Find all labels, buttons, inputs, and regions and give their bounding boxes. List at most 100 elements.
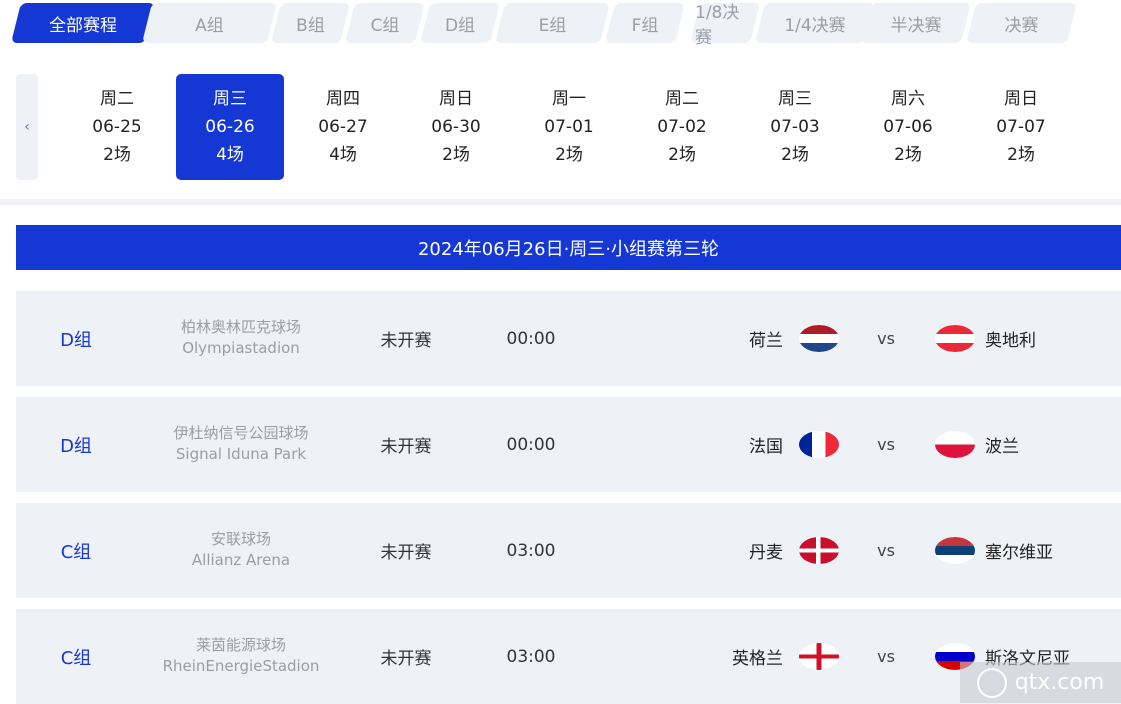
tab-label: D组 bbox=[444, 15, 476, 36]
tab-1[interactable]: A组 bbox=[147, 3, 272, 43]
home-team: 法国 bbox=[749, 437, 783, 457]
tab-label: 1/4决赛 bbox=[784, 15, 846, 36]
date: 07-01 bbox=[544, 117, 594, 137]
prev-dates-button[interactable]: ‹ bbox=[16, 74, 38, 180]
date-item[interactable]: 周07 bbox=[1080, 74, 1121, 180]
tab-10[interactable]: 决赛 bbox=[971, 3, 1072, 43]
vs-label: vs bbox=[877, 435, 895, 454]
date-item[interactable]: 周四 06-27 4场 bbox=[289, 74, 397, 180]
date: 07-02 bbox=[657, 117, 707, 137]
tab-5[interactable]: E组 bbox=[500, 3, 605, 43]
match-count: 2场 bbox=[781, 145, 809, 165]
venue-cn: 柏林奥林匹克球场 bbox=[180, 318, 301, 336]
match-row[interactable]: D组 柏林奥林匹克球场 Olympiastadion 未开赛 00:00 荷兰 v… bbox=[16, 291, 1121, 386]
match-row[interactable]: C组 莱茵能源球场 RheinEnergieStadion 未开赛 03:00 英… bbox=[16, 609, 1121, 704]
match-count: 2场 bbox=[668, 145, 696, 165]
weekday: 周二 bbox=[665, 89, 699, 109]
match-status: 未开赛 bbox=[380, 437, 432, 457]
weekday: 周日 bbox=[1004, 89, 1038, 109]
venue: 莱茵能源球场 RheinEnergieStadion bbox=[146, 635, 336, 677]
away-flag-icon bbox=[935, 537, 975, 564]
date-item[interactable]: 周一 07-01 2场 bbox=[515, 74, 623, 180]
vs-label: vs bbox=[877, 647, 895, 666]
watermark-text: qtx.com bbox=[1014, 670, 1105, 695]
tab-8[interactable]: 1/4决赛 bbox=[760, 3, 870, 43]
match-count: 4场 bbox=[216, 145, 244, 165]
weekday: 周四 bbox=[326, 89, 360, 109]
match-row[interactable]: D组 伊杜纳信号公园球场 Signal Iduna Park 未开赛 00:00 … bbox=[16, 397, 1121, 492]
away-flag-icon bbox=[935, 325, 975, 352]
away-team: 波兰 bbox=[985, 437, 1019, 457]
vs-label: vs bbox=[877, 329, 895, 348]
venue-en: Olympiastadion bbox=[182, 339, 300, 357]
home-flag-icon bbox=[799, 537, 839, 564]
group-label: C组 bbox=[60, 647, 92, 669]
vs-label: vs bbox=[877, 541, 895, 560]
home-team: 丹麦 bbox=[749, 543, 783, 563]
tab-6[interactable]: F组 bbox=[610, 3, 680, 43]
date: 06-25 bbox=[92, 117, 142, 137]
date-item[interactable]: 周日 07-07 2场 bbox=[967, 74, 1075, 180]
date-item[interactable]: 周六 07-06 2场 bbox=[854, 74, 962, 180]
match-count: 2场 bbox=[894, 145, 922, 165]
date-item[interactable]: 周三 06-26 4场 bbox=[176, 74, 284, 180]
tab-9[interactable]: 半决赛 bbox=[866, 3, 966, 43]
match-time: 00:00 bbox=[506, 328, 556, 349]
tab-label: C组 bbox=[370, 15, 400, 36]
group-label: D组 bbox=[60, 329, 92, 351]
tab-3[interactable]: C组 bbox=[350, 3, 420, 43]
divider bbox=[0, 199, 1121, 205]
date-banner: 2024年06月26日·周三·小组赛第三轮 bbox=[16, 225, 1121, 270]
match-count: 2场 bbox=[1007, 145, 1035, 165]
venue: 安联球场 Allianz Arena bbox=[146, 529, 336, 571]
date-item[interactable]: 周二 06-25 2场 bbox=[63, 74, 171, 180]
venue: 柏林奥林匹克球场 Olympiastadion bbox=[146, 317, 336, 359]
away-flag-icon bbox=[935, 431, 975, 458]
date: 07-06 bbox=[883, 117, 933, 137]
home-flag-icon bbox=[799, 431, 839, 458]
match-count: 4场 bbox=[329, 145, 357, 165]
date-item[interactable]: 周三 07-03 2场 bbox=[741, 74, 849, 180]
date-item[interactable]: 周日 06-30 2场 bbox=[402, 74, 510, 180]
tab-label: E组 bbox=[538, 15, 567, 36]
date: 06-30 bbox=[431, 117, 481, 137]
tab-7[interactable]: 1/8决赛 bbox=[695, 3, 755, 48]
tab-label: 全部赛程 bbox=[49, 15, 117, 36]
home-flag-icon bbox=[799, 325, 839, 352]
tab-label: 决赛 bbox=[1004, 15, 1039, 36]
tab-label: A组 bbox=[195, 15, 224, 36]
tab-4[interactable]: D组 bbox=[425, 3, 495, 43]
chevron-left-icon: ‹ bbox=[24, 119, 30, 135]
away-team: 塞尔维亚 bbox=[985, 543, 1053, 563]
match-row[interactable]: C组 安联球场 Allianz Arena 未开赛 03:00 丹麦 vs 塞尔维… bbox=[16, 503, 1121, 598]
tab-label: F组 bbox=[631, 15, 659, 36]
logo-icon bbox=[976, 667, 1007, 698]
group-label: C组 bbox=[60, 541, 92, 563]
home-flag-icon bbox=[799, 643, 839, 670]
weekday: 周六 bbox=[891, 89, 925, 109]
tab-label: 1/8决赛 bbox=[695, 3, 740, 48]
date: 07-03 bbox=[770, 117, 820, 137]
tab-label: B组 bbox=[296, 15, 325, 36]
date: 06-26 bbox=[205, 117, 255, 137]
date: 06-27 bbox=[318, 117, 368, 137]
away-team: 奥地利 bbox=[985, 331, 1036, 351]
tab-label: 半决赛 bbox=[890, 15, 942, 36]
weekday: 周日 bbox=[439, 89, 473, 109]
match-status: 未开赛 bbox=[380, 331, 432, 351]
match-count: 2场 bbox=[103, 145, 131, 165]
venue-cn: 安联球场 bbox=[210, 530, 271, 548]
home-team: 荷兰 bbox=[749, 331, 783, 351]
group-label: D组 bbox=[60, 435, 92, 457]
tab-0[interactable]: 全部赛程 bbox=[16, 3, 150, 43]
date: 07-07 bbox=[996, 117, 1046, 137]
match-time: 00:00 bbox=[506, 434, 556, 455]
venue-cn: 伊杜纳信号公园球场 bbox=[173, 424, 309, 442]
venue-en: Signal Iduna Park bbox=[175, 445, 307, 463]
date-item[interactable]: 周二 07-02 2场 bbox=[628, 74, 736, 180]
weekday: 周三 bbox=[213, 89, 247, 109]
tab-2[interactable]: B组 bbox=[276, 3, 345, 43]
match-count: 2场 bbox=[442, 145, 470, 165]
match-time: 03:00 bbox=[506, 646, 556, 667]
venue-cn: 莱茵能源球场 bbox=[195, 636, 286, 654]
